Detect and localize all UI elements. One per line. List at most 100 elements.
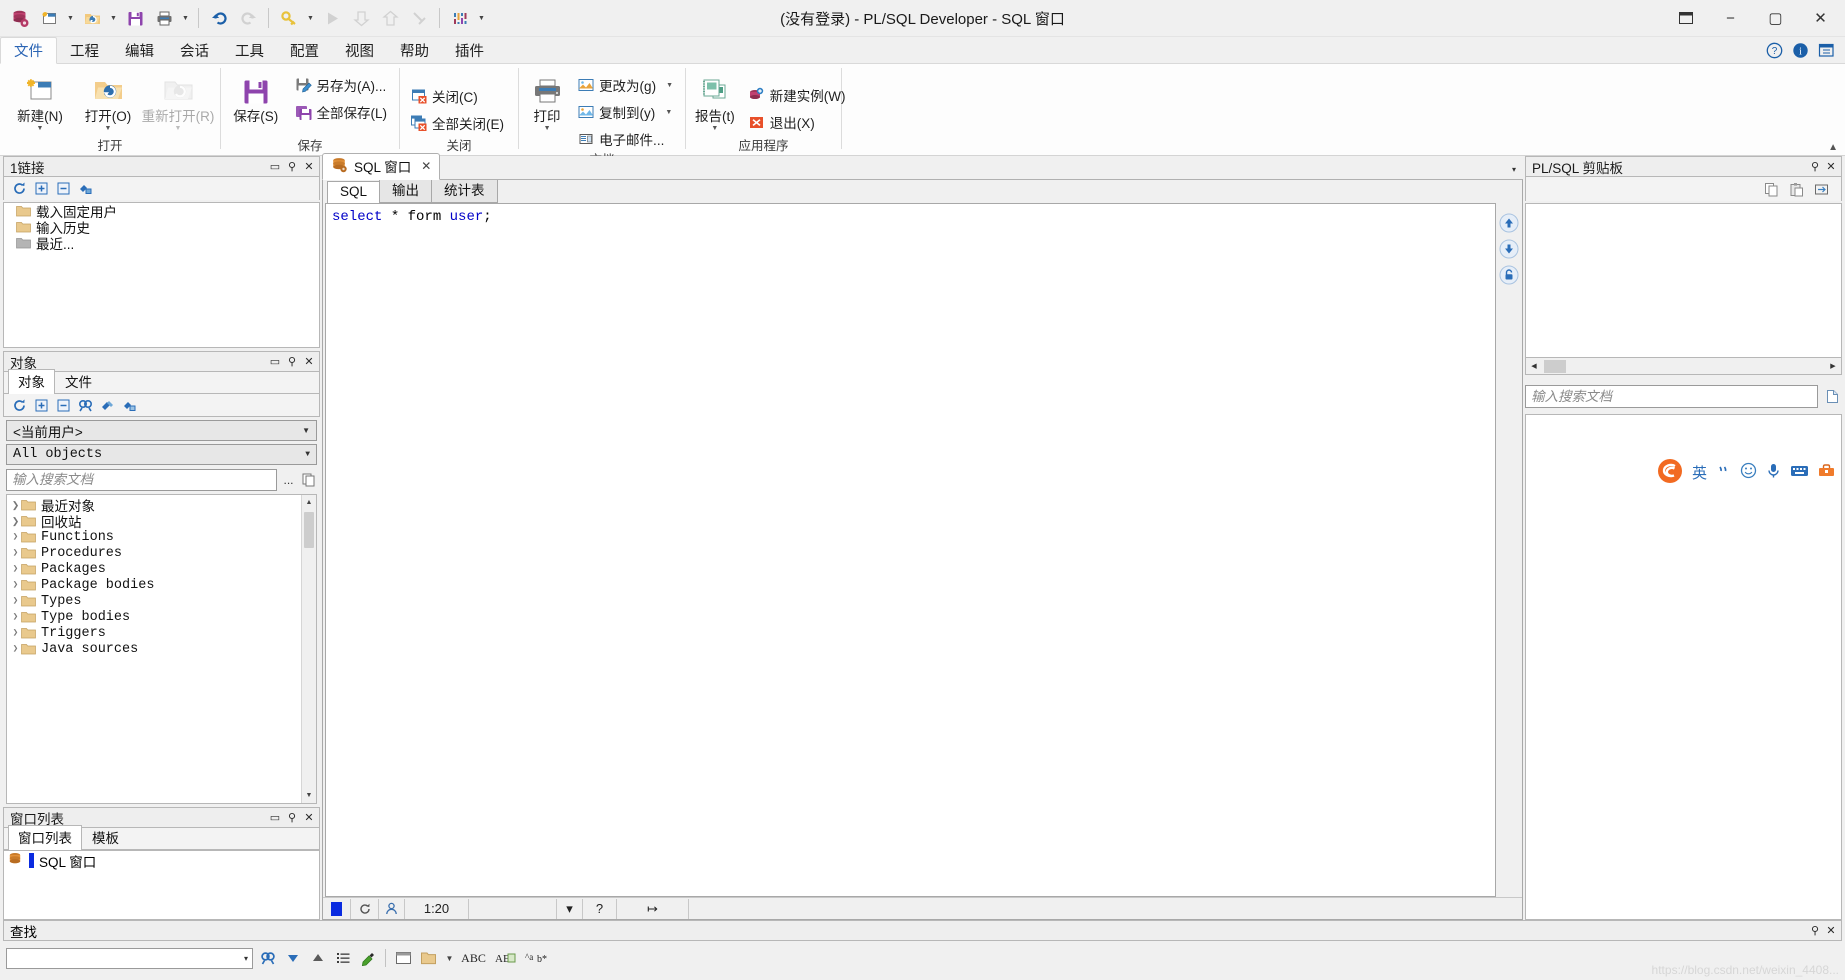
new-window-icon[interactable] — [35, 4, 63, 32]
tree-item-packages[interactable]: ❯ Packages — [7, 561, 301, 577]
change-to-caret[interactable]: ▼ — [666, 82, 673, 89]
clipboard-hscrollbar[interactable]: ◀ ▶ — [1525, 358, 1842, 375]
hscroll-right-arrow[interactable]: ▶ — [1825, 359, 1841, 374]
list-icon[interactable] — [332, 948, 353, 969]
pin-icon[interactable]: ⚲ — [1807, 922, 1823, 939]
objects-tree-scrollbar[interactable]: ▲ ▼ — [301, 495, 316, 803]
key-dropdown-arrow[interactable]: ▼ — [304, 4, 317, 32]
pin-icon[interactable]: ⚲ — [284, 353, 300, 370]
mdi-tab-close-icon[interactable]: ✕ — [417, 159, 431, 173]
hscroll-track[interactable] — [1542, 359, 1825, 374]
email-button[interactable]: 电子邮件... — [573, 126, 679, 152]
collapse-all-icon[interactable] — [54, 396, 73, 415]
filter-icon[interactable] — [98, 396, 117, 415]
find-icon[interactable] — [76, 396, 95, 415]
copy-icon[interactable] — [1762, 180, 1781, 199]
refresh-icon[interactable] — [10, 179, 29, 198]
ribbon-display-options-icon[interactable] — [1663, 0, 1708, 36]
scroll-down-arrow[interactable]: ▼ — [302, 788, 316, 803]
close-icon[interactable]: ✕ — [301, 353, 317, 370]
tab-objects[interactable]: 对象 — [8, 369, 55, 394]
ime-language-label[interactable]: 英 — [1692, 462, 1707, 483]
chevron-right-icon[interactable]: ❯ — [10, 628, 21, 638]
close-all-button[interactable]: 全部关闭(E) — [406, 110, 510, 136]
key-icon[interactable] — [275, 4, 303, 32]
toolbox-icon[interactable] — [1818, 463, 1835, 481]
tab-statistics[interactable]: 统计表 — [431, 176, 498, 203]
report-button[interactable]: 报告(t) ▼ — [692, 70, 738, 134]
menu-item-tools[interactable]: 工具 — [222, 37, 277, 63]
restore-icon[interactable]: ▭ — [267, 353, 283, 370]
database-icon[interactable] — [6, 4, 34, 32]
print-dropdown-arrow[interactable]: ▼ — [179, 4, 192, 32]
chevron-right-icon[interactable]: ❯ — [10, 596, 21, 606]
connections-tree[interactable]: 载入固定用户 输入历史 最近... — [3, 202, 320, 348]
info-circle-icon[interactable]: i — [1791, 41, 1809, 59]
clipboard-search-input[interactable]: 输入搜索文档 — [1525, 385, 1818, 408]
paste-icon[interactable] — [1787, 180, 1806, 199]
sql-code-editor[interactable]: select * form user; — [325, 203, 1496, 897]
restore-icon[interactable]: ▭ — [267, 809, 283, 826]
find-input[interactable]: ▾ — [6, 947, 253, 969]
window-icon[interactable] — [393, 948, 414, 969]
status-refresh-button[interactable] — [351, 898, 379, 919]
customize-toolbar-arrow[interactable]: ▼ — [475, 4, 488, 32]
tree-item-triggers[interactable]: ❯ Triggers — [7, 625, 301, 641]
tab-sql[interactable]: SQL — [327, 181, 381, 204]
tab-window-list[interactable]: 窗口列表 — [8, 825, 82, 850]
folder-icon[interactable] — [418, 948, 439, 969]
tab-templates[interactable]: 模板 — [82, 825, 129, 849]
export-icon[interactable] — [376, 4, 404, 32]
regex-icon[interactable]: ^a b* — [522, 948, 549, 969]
status-resize-icon[interactable]: ↦ — [617, 898, 689, 919]
help-circle-icon[interactable]: ? — [1765, 41, 1783, 59]
emoji-icon[interactable] — [1740, 462, 1757, 482]
print-dropdown-caret[interactable]: ▼ — [544, 125, 551, 133]
pin-icon[interactable]: ⚲ — [284, 158, 300, 175]
tab-output[interactable]: 输出 — [379, 176, 433, 203]
execute-icon[interactable] — [318, 4, 346, 32]
object-filter-select[interactable]: All objects ▼ — [6, 444, 317, 465]
window-layout-icon[interactable] — [1817, 41, 1835, 59]
print-icon[interactable] — [150, 4, 178, 32]
open-button[interactable]: 打开(O) ▼ — [74, 70, 142, 134]
word-icon[interactable]: AB — [491, 948, 518, 969]
user-filter-select[interactable]: <当前用户> ▼ — [6, 420, 317, 441]
copy-to-caret[interactable]: ▼ — [665, 109, 672, 116]
reopen-button[interactable]: 重新打开(R) ▼ — [142, 70, 214, 134]
chevron-right-icon[interactable]: ❯ — [10, 612, 21, 622]
mdi-tab-sql-window[interactable]: SQL 窗口 ✕ — [322, 153, 441, 180]
chevron-right-icon[interactable]: ❯ — [10, 516, 21, 527]
find-prev-icon[interactable] — [307, 948, 328, 969]
half-width-icon[interactable] — [1716, 463, 1731, 481]
scrollbar-track[interactable] — [302, 510, 316, 788]
tree-item-recycle-bin[interactable]: ❯ 回收站 — [7, 513, 301, 530]
new-instance-button[interactable]: 新建实例(W) — [744, 82, 852, 108]
chevron-right-icon[interactable]: ❯ — [10, 644, 21, 654]
objects-search-input[interactable]: 输入搜索文档 — [6, 469, 277, 491]
chevron-right-icon[interactable]: ❯ — [10, 500, 21, 511]
tree-item-recent[interactable]: 最近... — [4, 235, 319, 252]
tree-item-procedures[interactable]: ❯ Procedures — [7, 545, 301, 561]
expand-all-icon[interactable] — [32, 179, 51, 198]
chevron-down-icon[interactable]: ▼ — [305, 450, 314, 459]
save-all-button[interactable]: 全部保存(L) — [291, 99, 394, 125]
copy-to-button[interactable]: 复制到(y) ▼ — [573, 99, 679, 125]
save-as-button[interactable]: 另存为(A)... — [291, 72, 394, 98]
menu-item-project[interactable]: 工程 — [57, 37, 112, 63]
clipboard-content-area[interactable] — [1525, 203, 1842, 358]
import-icon[interactable] — [347, 4, 375, 32]
list-item[interactable]: SQL 窗口 — [4, 851, 319, 870]
sogou-logo-icon[interactable] — [1657, 458, 1683, 487]
status-dropdown-icon[interactable]: ▾ — [557, 898, 583, 919]
tree-item-type-bodies[interactable]: ❯ Type bodies — [7, 609, 301, 625]
close-icon[interactable]: ✕ — [301, 158, 317, 175]
scrollbar-thumb[interactable] — [304, 512, 314, 548]
clipboard-lower-area[interactable]: 英 — [1525, 414, 1842, 920]
new-button[interactable]: 新建(N) ▼ — [6, 70, 74, 134]
chevron-right-icon[interactable]: ❯ — [10, 564, 21, 574]
find-icon[interactable] — [257, 948, 278, 969]
new-dropdown-caret[interactable]: ▼ — [37, 125, 44, 133]
collapse-all-icon[interactable] — [54, 179, 73, 198]
status-help-icon[interactable]: ? — [583, 898, 617, 919]
